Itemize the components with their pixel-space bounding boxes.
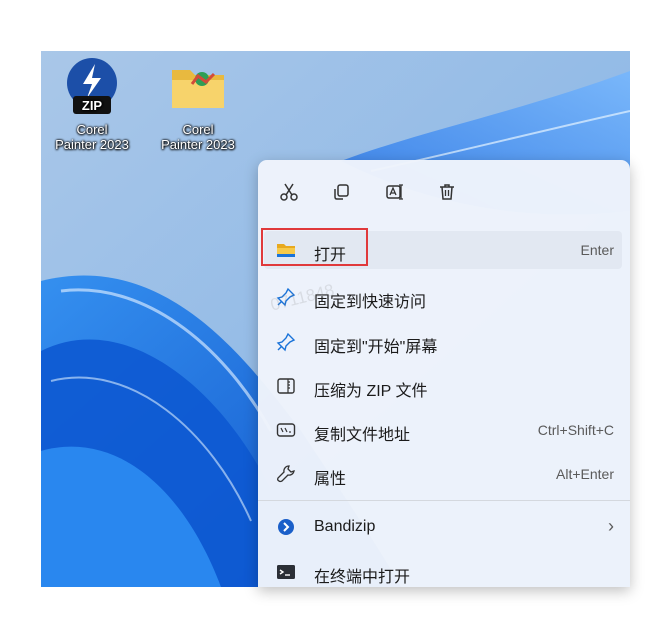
- zip-icon: [276, 376, 296, 396]
- cut-button[interactable]: [272, 175, 306, 209]
- menu-item-properties[interactable]: 属性 Alt+Enter: [264, 455, 622, 493]
- bandizip-icon: [276, 517, 296, 537]
- highlight-box: [261, 228, 368, 266]
- rename-button[interactable]: [378, 175, 412, 209]
- desktop-icon-label: Painter 2023: [161, 137, 235, 152]
- menu-item-compress-zip[interactable]: 压缩为 ZIP 文件: [264, 367, 622, 405]
- folder-icon: [172, 70, 224, 108]
- menu-item-label: 在终端中打开: [314, 569, 411, 586]
- menu-item-bandizip[interactable]: Bandizip ›: [264, 508, 622, 546]
- quick-actions-row: [258, 175, 630, 209]
- menu-item-shortcut: Ctrl+Shift+C: [537, 422, 614, 438]
- copy-icon: [334, 184, 349, 200]
- zip-badge-text: ZIP: [82, 98, 103, 113]
- cut-icon: [280, 183, 298, 201]
- copy-button[interactable]: [324, 175, 358, 209]
- terminal-icon: [276, 562, 296, 582]
- desktop-icon-label: Painter 2023: [55, 137, 129, 152]
- desktop-icon-zip[interactable]: ZIP Corel Painter 2023: [40, 56, 144, 152]
- zip-archive-icon: ZIP: [67, 58, 117, 114]
- path-icon: [276, 420, 296, 440]
- wrench-icon: [276, 464, 296, 484]
- menu-item-label: 属性: [314, 471, 347, 488]
- menu-item-pin-start[interactable]: 固定到"开始"屏幕: [264, 323, 622, 361]
- menu-item-open-terminal[interactable]: 在终端中打开: [264, 553, 622, 591]
- menu-item-label: 固定到"开始"屏幕: [314, 339, 438, 356]
- menu-item-label: 复制文件地址: [314, 427, 411, 444]
- menu-item-shortcut: Alt+Enter: [556, 466, 614, 482]
- menu-item-copy-path[interactable]: 复制文件地址 Ctrl+Shift+C: [264, 411, 622, 449]
- rename-icon: [386, 184, 403, 200]
- delete-icon: [440, 184, 454, 200]
- desktop-icon-label: Corel: [76, 122, 108, 137]
- delete-button[interactable]: [430, 175, 464, 209]
- submenu-arrow-icon: ›: [608, 516, 614, 536]
- context-menu: 打开 Enter 固定到快速访问 固定到"开始"屏幕 压缩为 ZIP 文件 复制…: [258, 160, 630, 587]
- desktop-icon-folder[interactable]: Corel Painter 2023: [146, 56, 250, 152]
- menu-separator: [258, 500, 630, 501]
- menu-item-label: 压缩为 ZIP 文件: [314, 383, 428, 400]
- menu-item-label: Bandizip: [314, 518, 376, 535]
- pin-icon: [276, 332, 296, 352]
- menu-item-shortcut: Enter: [580, 242, 614, 258]
- desktop-icon-label: Corel: [182, 122, 214, 137]
